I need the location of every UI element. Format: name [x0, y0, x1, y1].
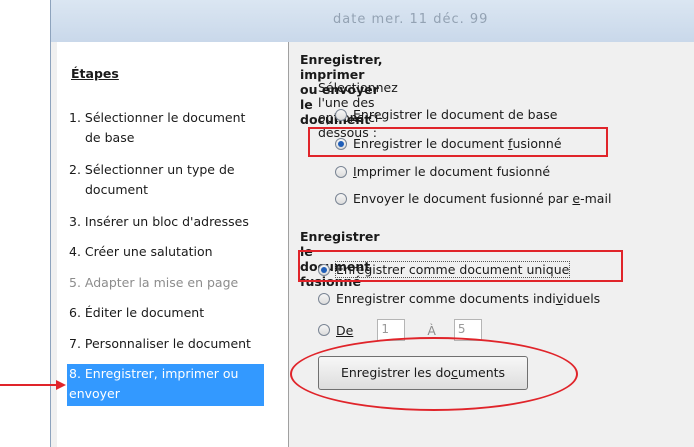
step-insert-address-block[interactable]: 3. Insérer un bloc d'adresses — [69, 212, 281, 232]
step-personalize-document[interactable]: 7. Personnaliser le document — [69, 334, 281, 354]
radio-button[interactable] — [335, 108, 347, 121]
step-label-cont: document — [85, 182, 149, 197]
step-label: 2. Sélectionner un type de — [69, 162, 235, 177]
range-to-label: À — [427, 322, 436, 338]
step-adjust-layout: 5. Adapter la mise en page — [69, 275, 239, 290]
option-print-merged-document[interactable]: Imprimer le document fusionné — [335, 164, 550, 179]
radio-button[interactable] — [318, 292, 330, 305]
radio-button[interactable] — [335, 192, 347, 205]
steps-sidebar: Étapes 1. Sélectionner le document de ba… — [57, 42, 289, 447]
window-titlebar: date mer. 11 déc. 99 — [50, 0, 694, 42]
option-save-base-document[interactable]: Enregistrer le document de base — [335, 107, 557, 122]
step-select-base-document[interactable]: 1. Sélectionner le document de base — [69, 108, 281, 148]
step-edit-document[interactable]: 6. Éditer le document — [69, 303, 281, 323]
radio-button[interactable] — [318, 324, 330, 336]
step-select-document-type[interactable]: 2. Sélectionner un type de document — [69, 160, 281, 200]
annotation-arrow-icon — [0, 380, 66, 390]
highlight-box-merged-option — [308, 127, 608, 157]
highlight-ellipse-save-button — [290, 337, 578, 411]
step-create-salutation[interactable]: 4. Créer une salutation — [69, 242, 281, 262]
step-label-cont: de base — [85, 130, 135, 145]
steps-heading: Étapes — [71, 66, 119, 81]
option-label: Envoyer le document fusionné par e-mail — [353, 191, 612, 206]
option-label: Enregistrer comme documents individuels — [336, 291, 601, 306]
option-label: Imprimer le document fusionné — [353, 164, 551, 179]
step-label-cont: envoyer — [69, 386, 120, 401]
step-label: 1. Sélectionner le document — [69, 110, 246, 125]
radio-button[interactable] — [335, 165, 347, 178]
window-title: date mer. 11 déc. 99 — [333, 12, 489, 27]
option-save-individual-documents[interactable]: Enregistrer comme documents individuels — [318, 291, 600, 306]
step-label: 8. Enregistrer, imprimer ou — [69, 366, 239, 381]
range-from-label: De — [336, 322, 354, 338]
step-save-print-send[interactable]: 8. Enregistrer, imprimer ou envoyer — [67, 364, 264, 406]
option-email-merged-document[interactable]: Envoyer le document fusionné par e-mail — [335, 191, 611, 206]
option-label: Enregistrer le document de base — [353, 107, 558, 122]
highlight-box-single-document — [298, 250, 623, 282]
